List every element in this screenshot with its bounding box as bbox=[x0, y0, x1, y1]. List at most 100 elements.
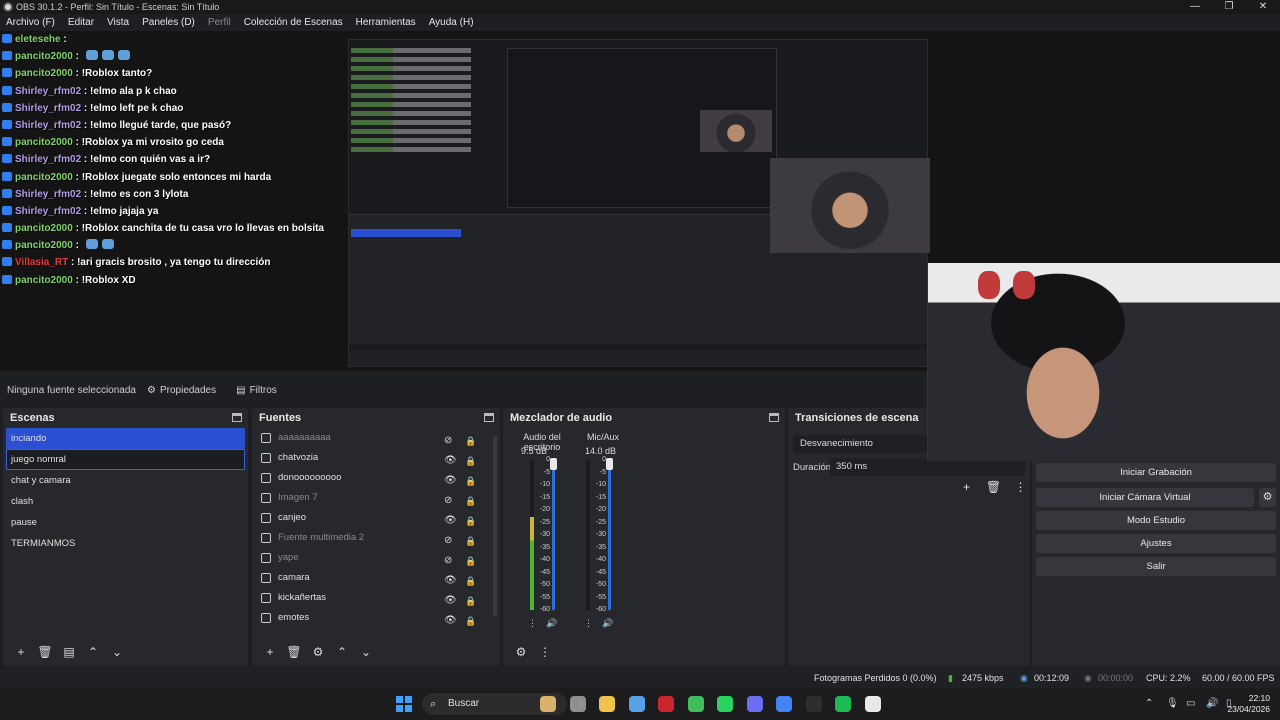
filter-icon: ▤ bbox=[236, 384, 246, 396]
advanced-audio-button[interactable]: ⚙ bbox=[509, 645, 533, 659]
taskbar-app-icon[interactable] bbox=[835, 696, 851, 712]
taskbar-app-icon[interactable] bbox=[687, 696, 704, 712]
taskbar-clock[interactable]: 22:10 23/04/2026 bbox=[1227, 693, 1270, 715]
controls-dock: Iniciar Grabación Iniciar Cámara Virtual… bbox=[1032, 461, 1280, 666]
scene-item[interactable]: chat y camara bbox=[3, 470, 248, 491]
source-properties-button[interactable]: ⚙ bbox=[306, 645, 330, 659]
start-recording-button[interactable]: Iniciar Grabación bbox=[1036, 463, 1276, 482]
meter-scale-label: -25 bbox=[595, 518, 606, 526]
chat-separator: : bbox=[81, 154, 91, 166]
move-up-button[interactable]: ⌃ bbox=[330, 645, 354, 659]
menu-herramientas[interactable]: Herramientas bbox=[356, 14, 416, 31]
source-item[interactable]: Imagen 7 ⊘ 🔒 bbox=[252, 488, 500, 508]
remove-scene-button[interactable]: 🗑 bbox=[33, 645, 57, 659]
mixer-channel-name: Mic/Aux bbox=[586, 432, 619, 442]
menu-paneles[interactable]: Paneles (D) bbox=[142, 14, 195, 31]
source-item[interactable]: yape ⊘ 🔒 bbox=[252, 548, 500, 568]
sources-footer: + 🗑 ⚙ ⌃ ⌄ bbox=[252, 638, 500, 666]
scene-filters-button[interactable]: ▤ bbox=[57, 645, 81, 659]
mixer-db-value: 14.0 dB bbox=[585, 446, 617, 456]
menu-vista[interactable]: Vista bbox=[107, 14, 129, 31]
undock-icon[interactable] bbox=[484, 413, 494, 422]
taskbar-app-icon[interactable] bbox=[569, 696, 586, 712]
taskbar-app-icon[interactable] bbox=[864, 696, 881, 712]
taskbar-app-icon[interactable] bbox=[776, 696, 792, 712]
chat-message: pancito2000 : !Roblox juegate solo enton… bbox=[2, 169, 347, 186]
sources-scrollbar[interactable] bbox=[493, 436, 497, 616]
fps: 60.00 / 60.00 FPS bbox=[1202, 673, 1275, 683]
add-scene-button[interactable]: + bbox=[9, 645, 33, 659]
chat-text: !elmo left pe k chao bbox=[90, 102, 184, 114]
menu-editar[interactable]: Editar bbox=[68, 14, 94, 31]
volume-slider[interactable] bbox=[552, 460, 555, 610]
properties-button[interactable]: ⚙ Propiedades bbox=[142, 383, 221, 398]
source-item[interactable]: camara 👁 🔒 bbox=[252, 568, 500, 588]
volume-slider[interactable] bbox=[608, 460, 611, 610]
menu-coleccion-escenas[interactable]: Colección de Escenas bbox=[244, 14, 343, 31]
taskbar-app-icon[interactable] bbox=[717, 696, 733, 712]
scene-item[interactable]: pause bbox=[3, 512, 248, 533]
filters-button[interactable]: ▤ Filtros bbox=[231, 383, 282, 398]
scene-item[interactable]: juego nomral bbox=[6, 449, 245, 470]
tray-overflow-icon[interactable]: ⌃ bbox=[1145, 688, 1153, 720]
mic-icon[interactable]: 🎙 bbox=[1166, 688, 1179, 720]
channel-menu-icon[interactable]: ⋮ bbox=[528, 618, 537, 629]
volume-slider-knob[interactable] bbox=[606, 458, 613, 470]
source-item[interactable]: Fuente multimedia 2 ⊘ 🔒 bbox=[252, 528, 500, 548]
undock-icon[interactable] bbox=[769, 413, 779, 422]
chat-separator: : bbox=[81, 119, 91, 131]
taskbar-app-icon[interactable] bbox=[805, 696, 822, 712]
chat-separator: : bbox=[81, 85, 91, 97]
volume-icon[interactable]: 🔊 bbox=[1206, 688, 1218, 720]
exit-button[interactable]: Salir bbox=[1036, 557, 1276, 576]
taskbar-app-icon[interactable] bbox=[746, 696, 763, 712]
source-item[interactable]: donooooooooo 👁 🔒 bbox=[252, 468, 500, 488]
source-label: kickañertas bbox=[278, 592, 327, 603]
source-item[interactable]: kickañertas 👁 🔒 bbox=[252, 588, 500, 608]
taskbar-app-icon[interactable] bbox=[540, 696, 556, 712]
move-up-button[interactable]: ⌃ bbox=[81, 645, 105, 659]
taskbar-app-icon[interactable] bbox=[628, 696, 645, 712]
virtual-camera-settings-icon[interactable]: ⚙ bbox=[1259, 488, 1276, 507]
scene-item[interactable]: TERMIANMOS bbox=[3, 533, 248, 554]
move-down-button[interactable]: ⌄ bbox=[354, 645, 378, 659]
speaker-icon[interactable]: 🔊 bbox=[602, 618, 613, 629]
close-button[interactable]: ✕ bbox=[1246, 0, 1280, 14]
chat-username: Shirley_rfm02 bbox=[15, 102, 82, 114]
source-item[interactable]: chatvozia 👁 🔒 bbox=[252, 448, 500, 468]
eye-icon[interactable]: 👁 bbox=[444, 611, 457, 631]
network-icon[interactable]: ▭ bbox=[1186, 688, 1195, 720]
remove-transition-button[interactable]: 🗑 bbox=[980, 480, 1007, 494]
volume-slider-knob[interactable] bbox=[550, 458, 557, 470]
studio-mode-button[interactable]: Modo Estudio bbox=[1036, 511, 1276, 530]
channel-menu-icon[interactable]: ⋮ bbox=[584, 618, 593, 629]
source-item[interactable]: emotes 👁 🔒 bbox=[252, 608, 500, 628]
scene-item[interactable]: clash bbox=[3, 491, 248, 512]
menu-perfil[interactable]: Perfil bbox=[208, 14, 231, 31]
lock-icon[interactable]: 🔒 bbox=[465, 611, 476, 631]
add-transition-button[interactable]: + bbox=[953, 480, 980, 494]
add-source-button[interactable]: + bbox=[258, 645, 282, 659]
transition-menu-button[interactable]: ⋮ bbox=[1007, 480, 1034, 494]
remove-source-button[interactable]: 🗑 bbox=[282, 645, 306, 659]
scene-item[interactable]: inciando bbox=[6, 428, 245, 449]
chat-text: !elmo jajaja ya bbox=[90, 205, 159, 217]
maximize-button[interactable]: ❐ bbox=[1212, 0, 1246, 14]
start-virtual-camera-button[interactable]: Iniciar Cámara Virtual bbox=[1036, 488, 1254, 507]
taskbar-app-icon[interactable] bbox=[658, 696, 674, 712]
source-item[interactable]: canjeo 👁 🔒 bbox=[252, 508, 500, 528]
mixer-menu-button[interactable]: ⋮ bbox=[533, 645, 557, 659]
chat-username: Villasia_RT bbox=[15, 257, 69, 269]
start-button[interactable] bbox=[396, 696, 412, 712]
move-down-button[interactable]: ⌄ bbox=[105, 645, 129, 659]
menu-archivo[interactable]: Archivo (F) bbox=[6, 14, 55, 31]
menu-ayuda[interactable]: Ayuda (H) bbox=[429, 14, 474, 31]
source-item[interactable]: aaaaaaaaaa ⊘ 🔒 bbox=[252, 428, 500, 448]
transition-buttons: + 🗑 ⋮ bbox=[953, 480, 1034, 494]
browser-icon bbox=[261, 593, 271, 603]
settings-button[interactable]: Ajustes bbox=[1036, 534, 1276, 553]
taskbar-app-icon[interactable] bbox=[599, 696, 615, 712]
speaker-icon[interactable]: 🔊 bbox=[546, 618, 557, 629]
minimize-button[interactable]: — bbox=[1178, 0, 1212, 14]
undock-icon[interactable] bbox=[232, 413, 242, 422]
